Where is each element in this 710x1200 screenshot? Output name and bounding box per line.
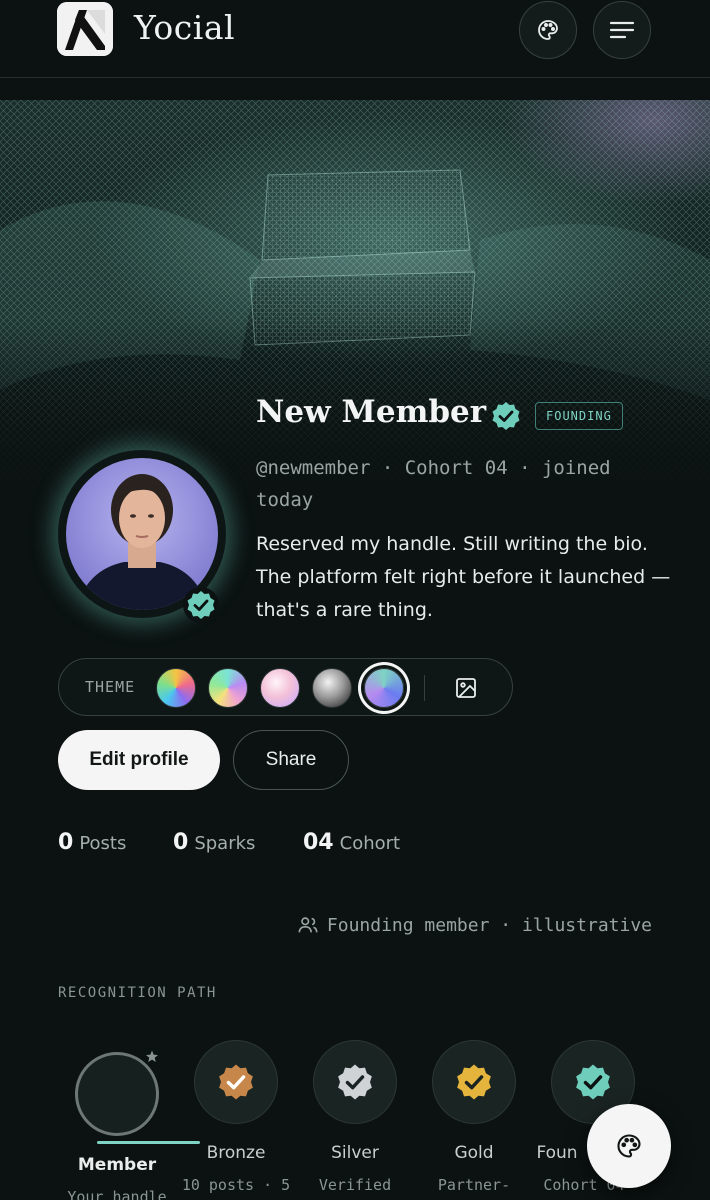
tier-description: Partner- (437, 1176, 511, 1194)
tier-description: Your handle (67, 1188, 167, 1200)
profile-name: New Member (256, 394, 487, 430)
tier-description: Verified (318, 1176, 392, 1194)
star-icon (143, 1048, 161, 1066)
tier-name: Member (77, 1155, 157, 1175)
theme-swatch-chrome[interactable] (312, 668, 352, 708)
recognition-path-heading: RECOGNITION PATH (58, 985, 217, 1001)
palette-icon (617, 1134, 641, 1158)
menu-button[interactable] (593, 1, 651, 59)
app-logo[interactable] (57, 2, 113, 56)
stat-value: 04 (303, 830, 334, 855)
upload-theme-image-button[interactable] (451, 673, 481, 703)
tier-bronze-circle[interactable] (194, 1040, 278, 1124)
stat-label: Cohort (339, 833, 401, 854)
founding-badge: FOUNDING (535, 402, 623, 430)
profile-meta: @newmember · Cohort 04 · joined today (256, 457, 611, 511)
floating-theme-button[interactable] (587, 1104, 671, 1188)
theme-swatch-aurora[interactable] (364, 668, 404, 708)
stat-value: 0 (173, 830, 189, 855)
share-button[interactable]: Share (233, 730, 349, 790)
tier-description: 10 posts · 5 (181, 1176, 291, 1194)
users-icon (298, 917, 318, 933)
stat-posts[interactable]: 0 Posts (58, 830, 126, 855)
theme-picker: THEME (58, 658, 513, 716)
palette-icon (538, 20, 558, 40)
cover-image (0, 100, 710, 500)
founding-check-badge-icon (576, 1064, 610, 1100)
theme-palette-button[interactable] (519, 1, 577, 59)
tier-name: Silver (331, 1143, 379, 1163)
tier-silver-circle[interactable] (313, 1040, 397, 1124)
stat-label: Posts (79, 833, 127, 854)
profile-bio: Reserved my handle. Still writing the bi… (256, 533, 671, 621)
bronze-check-badge-icon (219, 1064, 253, 1100)
stat-value: 0 (58, 830, 74, 855)
verified-badge-icon (490, 400, 522, 432)
gold-check-badge-icon (457, 1064, 491, 1100)
stat-label: Sparks (194, 833, 256, 854)
founding-member-text: Founding member · illustrative (326, 914, 652, 936)
theme-divider (424, 675, 425, 701)
stat-cohort[interactable]: 04 Cohort (303, 830, 400, 855)
stat-sparks[interactable]: 0 Sparks (173, 830, 255, 855)
hamburger-menu-icon (609, 21, 635, 39)
silver-check-badge-icon (338, 1064, 372, 1100)
theme-swatch-pearl[interactable] (260, 668, 300, 708)
edit-profile-button[interactable]: Edit profile (58, 730, 220, 790)
theme-label: THEME (85, 678, 136, 696)
tier-gold-circle[interactable] (432, 1040, 516, 1124)
app-brand-name[interactable]: Yocial (134, 8, 235, 47)
theme-swatch-spectrum[interactable] (156, 668, 196, 708)
theme-swatch-holo[interactable] (208, 668, 248, 708)
image-icon (456, 678, 476, 698)
tier-name: Bronze (206, 1143, 266, 1163)
founding-member-note: Founding member · illustrative (297, 914, 652, 936)
top-bar: Yocial (0, 0, 710, 78)
avatar-verified-icon (182, 586, 220, 624)
